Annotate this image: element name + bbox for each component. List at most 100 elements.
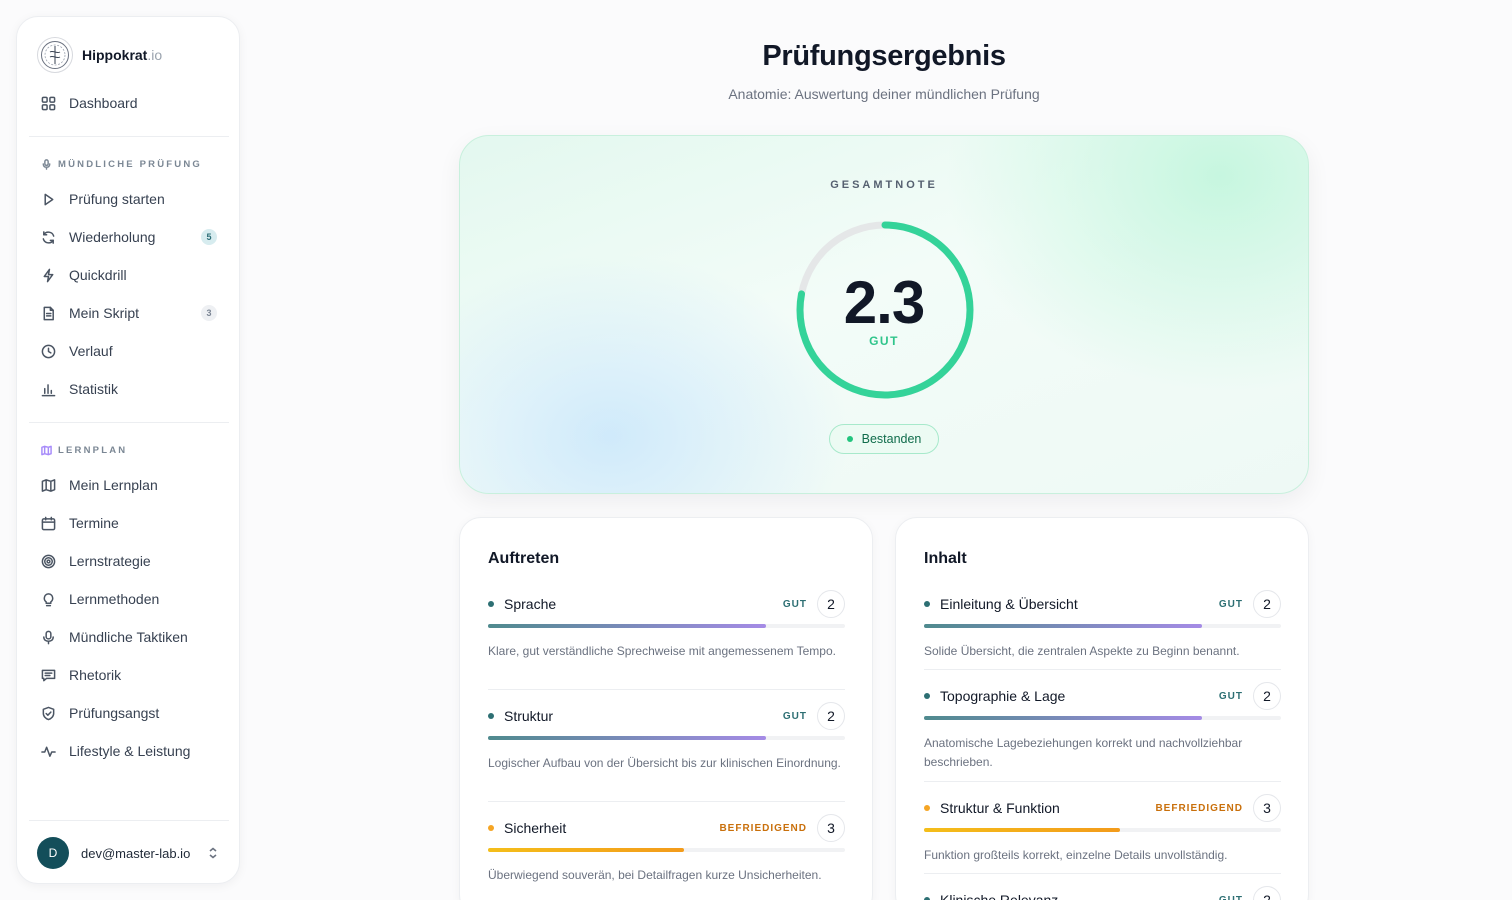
sidebar-item-exam-anxiety[interactable]: Prüfungsangst [29,697,229,729]
sidebar-item-label: Statistik [69,381,119,397]
performance-card: Auftreten Sprache GUT 2 Klare, gut verständ… [459,517,873,900]
sidebar-item-label: Dashboard [69,95,138,111]
sidebar-item-lifestyle-performance[interactable]: Lifestyle & Leistung [29,735,229,767]
status-badge: Bestanden [829,424,939,454]
map-icon [41,478,56,492]
sidebar-item-oral-tactics[interactable]: Mündliche Taktiken [29,621,229,653]
criterion-name: Struktur & Funktion [940,800,1060,816]
criterion-dot-icon [488,825,494,831]
criterion-level: BEFRIEDIGEND [719,823,807,834]
criterion-level: GUT [1219,895,1243,900]
criterion-name: Klinische Relevanz [940,892,1059,900]
divider [29,422,229,423]
criterion-score: 2 [1253,886,1281,900]
sidebar-item-my-study-plan[interactable]: Mein Lernplan [29,469,229,501]
criterion-description: Logischer Aufbau von der Übersicht bis z… [488,756,841,770]
microphone-icon [43,630,54,644]
criterion-row: Klinische Relevanz GUT 2 [924,886,1281,900]
divider [29,820,229,821]
criterion-level: BEFRIEDIGEND [1155,803,1243,814]
overall-grade-label: GESAMTNOTE [830,179,938,191]
section-heading-study-plan: LERNPLAN [41,445,127,456]
criterion-name: Struktur [504,708,554,724]
lightbulb-icon [43,592,54,606]
criterion-name: Sicherheit [504,820,567,836]
sidebar-item-statistics[interactable]: Statistik [29,373,229,405]
count-badge: 5 [201,229,217,245]
criterion-name: Topographie & Lage [940,688,1066,704]
criterion-header: Sprache GUT 2 [488,590,845,618]
status-badge-label: Bestanden [861,432,922,446]
brand-name: Hippokrat.io [82,47,163,63]
criterion-row: Sicherheit BEFRIEDIGEND 3 Überwiegend souve… [488,814,845,885]
criterion-bar-fill [488,736,767,740]
target-icon [41,554,56,568]
criterion-bar-fill [488,848,685,852]
sidebar-item-label: Verlauf [69,343,113,359]
criterion-row: Struktur & Funktion BEFRIEDIGEND 3 Funktion… [924,794,1281,865]
bar-chart-icon [41,383,56,396]
criterion-bar-fill [924,624,1203,628]
shield-icon [42,706,55,720]
status-dot-icon [846,436,853,442]
sidebar-item-history[interactable]: Verlauf [29,335,229,367]
criterion-bar [924,624,1281,628]
criterion-row: Topographie & Lage GUT 2 Anatomische Lagebe… [924,682,1281,772]
criterion-header: Einleitung & Übersicht GUT 2 [924,590,1281,618]
overall-grade-value: 2.3 [843,269,925,336]
divider [924,669,1281,670]
content-card: Inhalt Einleitung & Übersicht GUT 2 Solide … [895,517,1309,900]
sidebar-item-label: Rhetorik [69,667,122,683]
sidebar-item-rhetoric[interactable]: Rhetorik [29,659,229,691]
sidebar-item-quickdrill[interactable]: Quickdrill [29,259,229,291]
divider [924,781,1281,782]
sidebar-item-label: Wiederholung [69,229,156,245]
sidebar-item-my-script[interactable]: Mein Skript 3 [29,297,229,329]
card-title: Inhalt [924,550,967,567]
sidebar-item-repetition[interactable]: Wiederholung 5 [29,221,229,253]
criterion-bar-fill [924,716,1203,720]
sidebar-item-learning-methods[interactable]: Lernmethoden [29,583,229,615]
sidebar: Hippokrat.io Dashboard MÜNDLICHE PRÜFUNG… [16,16,240,884]
page-subtitle: Anatomie: Auswertung deiner mündlichen P… [728,86,1040,102]
criterion-row: Sprache GUT 2 Klare, gut verständliche Spre… [488,590,845,661]
user-menu[interactable]: D dev@master-lab.io [37,837,221,869]
avatar: D [37,837,69,869]
pulse-icon [41,746,56,757]
criterion-dot-icon [488,713,494,719]
logo-icon [37,37,73,73]
criterion-name: Sprache [504,596,557,612]
page-title: Prüfungsergebnis [762,40,1006,72]
criterion-level: GUT [782,711,807,722]
criterion-dot-icon [924,805,930,811]
criterion-header: Topographie & Lage GUT 2 [924,682,1281,710]
criterion-score: 3 [817,814,845,842]
sidebar-item-dashboard[interactable]: Dashboard [29,87,229,119]
criterion-description: Solide Übersicht, die zentralen Aspekte … [924,644,1240,658]
play-icon [44,193,54,205]
criterion-bar-fill [488,624,767,628]
sidebar-item-label: Prüfung starten [69,191,165,207]
criterion-description: Anatomische Lagebeziehungen korrekt und … [924,736,1243,769]
criterion-description: Funktion großteils korrekt, einzelne Det… [924,848,1228,862]
microphone-icon [42,159,51,170]
sidebar-item-label: Lifestyle & Leistung [69,743,191,759]
sidebar-item-start-exam[interactable]: Prüfung starten [29,183,229,215]
sidebar-item-label: Lernstrategie [69,553,151,569]
count-badge: 3 [201,305,217,321]
criterion-bar [488,736,845,740]
sidebar-item-learning-strategy[interactable]: Lernstrategie [29,545,229,577]
criterion-dot-icon [924,693,930,699]
chevron-up-down-icon[interactable] [205,845,221,861]
criterion-header: Sicherheit BEFRIEDIGEND 3 [488,814,845,842]
overall-grade-word: GUT [869,334,899,348]
sidebar-item-appointments[interactable]: Termine [29,507,229,539]
chat-icon [41,669,56,681]
sidebar-item-label: Mein Skript [69,305,140,321]
sidebar-item-label: Mündliche Taktiken [69,629,188,645]
section-heading-oral-exam: MÜNDLICHE PRÜFUNG [41,159,202,170]
criterion-level: GUT [782,599,807,610]
criterion-bar [924,716,1281,720]
criterion-description: Klare, gut verständliche Sprechweise mit… [488,644,836,658]
brand[interactable]: Hippokrat.io [37,37,162,73]
